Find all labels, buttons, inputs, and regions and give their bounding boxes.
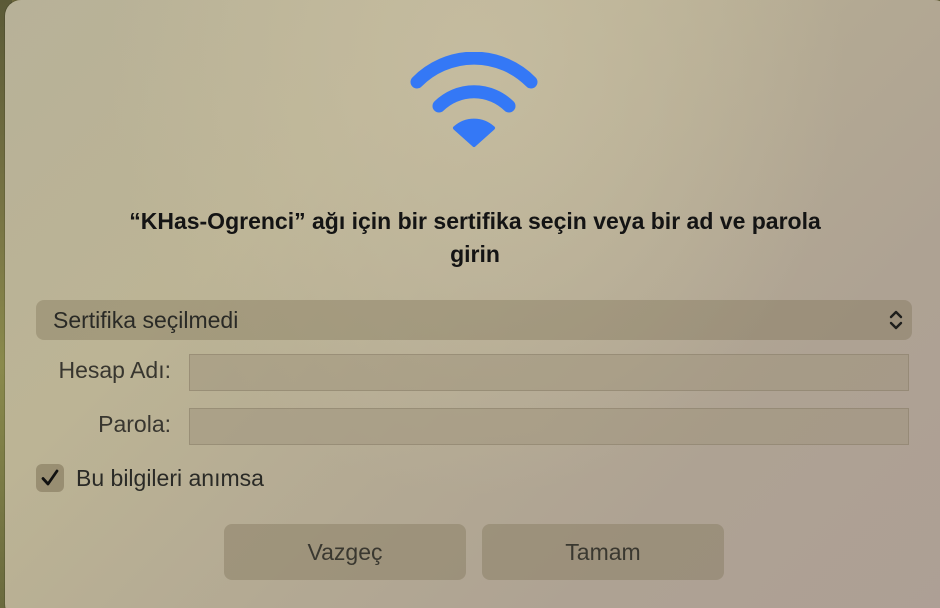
remember-label: Bu bilgileri anımsa bbox=[76, 465, 264, 491]
password-label: Parola: bbox=[98, 411, 171, 437]
cancel-button[interactable]: Vazgeç bbox=[224, 524, 466, 580]
account-name-field[interactable] bbox=[189, 354, 909, 391]
wifi-auth-dialog: “KHas-Ogrenci” ağı için bir sertifika se… bbox=[5, 0, 940, 608]
checkmark-icon bbox=[41, 469, 59, 486]
password-field[interactable] bbox=[189, 408, 909, 445]
certificate-select-value: Sertifika seçilmedi bbox=[53, 307, 239, 333]
dialog-title: “KHas-Ogrenci” ağı için bir sertifika se… bbox=[129, 208, 821, 267]
certificate-select[interactable]: Sertifika seçilmedi bbox=[36, 300, 912, 340]
chevron-up-down-icon bbox=[889, 310, 903, 330]
remember-checkbox[interactable] bbox=[36, 464, 64, 492]
ok-button[interactable]: Tamam bbox=[482, 524, 724, 580]
wifi-icon bbox=[410, 52, 538, 147]
account-name-label: Hesap Adı: bbox=[58, 357, 171, 383]
